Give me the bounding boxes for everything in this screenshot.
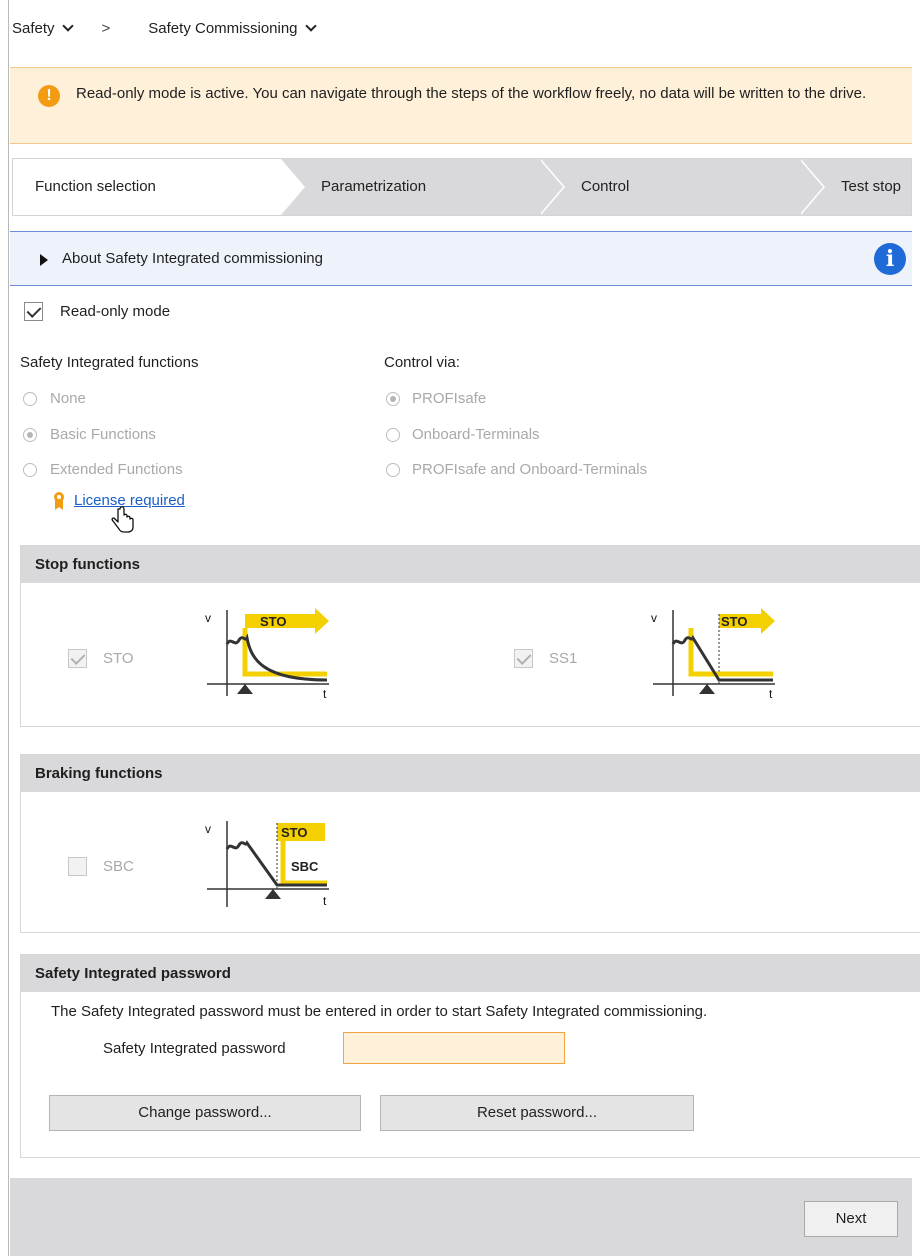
braking-functions-heading: Braking functions (21, 755, 920, 792)
radio-onboard-terminals[interactable] (386, 428, 400, 442)
breadcrumb-safety[interactable]: Safety (12, 20, 74, 37)
workflow-steps: Function selection Parametrization Contr… (12, 158, 912, 216)
license-icon (54, 492, 64, 510)
ss1-label: SS1 (549, 650, 578, 667)
step-label: Parametrization (321, 178, 427, 195)
axis-t-label: t (769, 687, 773, 700)
radio-profisafe-onboard[interactable] (386, 463, 400, 477)
breadcrumb-separator: > (101, 20, 111, 37)
step-label: Control (581, 178, 630, 195)
read-only-label: Read-only mode (60, 303, 171, 320)
chevron-down-icon (304, 20, 317, 32)
axis-t-label: t (323, 687, 327, 700)
sto-checkbox[interactable] (68, 649, 87, 668)
info-icon[interactable]: i (874, 243, 906, 275)
stop-functions-heading: Stop functions (21, 546, 920, 583)
step-label: Test stop (841, 178, 902, 195)
stop-functions-panel: Stop functions STO v t STO SS1 v t STO (20, 545, 920, 727)
password-field-label: Safety Integrated password (103, 1040, 286, 1057)
step-control[interactable]: Control (581, 159, 801, 215)
about-label: About Safety Integrated commissioning (62, 250, 323, 267)
sbc-sto-tag: STO (281, 825, 308, 840)
axis-v-label: v (651, 611, 657, 625)
ss1-checkbox[interactable] (514, 649, 533, 668)
breadcrumb-safety-commissioning[interactable]: Safety Commissioning (148, 20, 317, 37)
exclamation-icon: ! (38, 85, 60, 107)
radio-profisafe-label: PROFIsafe (412, 390, 487, 407)
radio-profisafe-onboard-label: PROFIsafe and Onboard-Terminals (412, 461, 648, 478)
ss1-diagram: v t STO (651, 608, 775, 700)
step-arrow (281, 159, 305, 215)
sbc-tag: SBC (291, 859, 319, 874)
breadcrumb-safety-label: Safety (12, 20, 55, 37)
about-accordion[interactable]: About Safety Integrated commissioning i (10, 231, 912, 286)
password-heading: Safety Integrated password (21, 955, 920, 992)
step-function-selection[interactable]: Function selection (13, 159, 281, 215)
reset-password-button[interactable]: Reset password... (380, 1095, 694, 1131)
step-parametrization[interactable]: Parametrization (321, 159, 541, 215)
radio-none[interactable] (23, 392, 37, 406)
change-password-button[interactable]: Change password... (49, 1095, 361, 1131)
axis-t-label: t (323, 894, 327, 908)
step-arrow (539, 159, 563, 215)
breadcrumb-commissioning-label: Safety Commissioning (148, 20, 298, 37)
radio-profisafe[interactable] (386, 392, 400, 406)
breadcrumb: Safety > Safety Commissioning (12, 20, 317, 37)
read-only-warning: ! Read-only mode is active. You can navi… (10, 67, 912, 144)
sbc-diagram: v t STO SBC (205, 821, 329, 908)
radio-basic-functions[interactable] (23, 428, 37, 442)
expand-arrow-icon (40, 254, 48, 266)
safety-functions-heading: Safety Integrated functions (20, 354, 199, 371)
sto-tag: STO (260, 614, 287, 629)
read-only-checkbox[interactable] (24, 302, 43, 321)
radio-none-label: None (50, 390, 86, 407)
step-test-stop[interactable]: Test stop (841, 159, 911, 215)
password-description: The Safety Integrated password must be e… (51, 1003, 708, 1020)
password-input[interactable] (343, 1032, 565, 1064)
chevron-down-icon (61, 20, 74, 32)
axis-v-label: v (205, 822, 211, 836)
ss1-sto-tag: STO (721, 614, 748, 629)
radio-extended-functions[interactable] (23, 463, 37, 477)
axis-v-label: v (205, 611, 211, 625)
hand-cursor-icon (111, 506, 134, 533)
radio-onboard-terminals-label: Onboard-Terminals (412, 426, 540, 443)
radio-basic-functions-label: Basic Functions (50, 426, 156, 443)
sto-diagram: v t STO (205, 608, 329, 700)
step-label: Function selection (35, 178, 156, 195)
radio-extended-functions-label: Extended Functions (50, 461, 183, 478)
warning-text: Read-only mode is active. You can naviga… (76, 85, 867, 102)
sbc-checkbox[interactable] (68, 857, 87, 876)
footer-bar: Next (10, 1178, 912, 1256)
password-panel: Safety Integrated password The Safety In… (20, 954, 920, 1158)
braking-functions-panel: Braking functions SBC v t STO SBC (20, 754, 920, 933)
next-button[interactable]: Next (804, 1201, 898, 1237)
control-via-heading: Control via: (384, 354, 460, 371)
sto-label: STO (103, 650, 134, 667)
sbc-label: SBC (103, 858, 134, 875)
step-arrow (799, 159, 823, 215)
